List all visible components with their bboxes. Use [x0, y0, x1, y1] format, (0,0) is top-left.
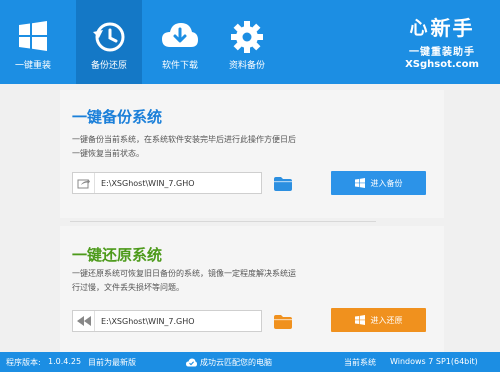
update-status: 目前为最新版: [88, 358, 136, 367]
history-clock-icon: [93, 22, 125, 52]
backup-section: 一键备份系统 一键备份当前系统，在系统软件安装完毕后进行此操作方便日后一键恢复当…: [60, 90, 444, 218]
brand-url: XSghsot.com: [405, 59, 479, 70]
nav-backup-restore[interactable]: 备份还原: [76, 0, 142, 84]
nav-software-download-label: 软件下载: [161, 61, 198, 71]
nav-reinstall-label: 一键重装: [14, 61, 51, 71]
share-arrow-icon: [73, 173, 95, 193]
cloud-sync-status: 成功云匹配您的电脑: [186, 357, 272, 368]
status-bar: 程序版本: 1.0.4.25 目前为最新版 成功云匹配您的电脑 当前系统 Win…: [0, 352, 500, 372]
rewind-icon: [73, 311, 95, 331]
os-label: 当前系统: [344, 358, 376, 367]
windows-icon: [19, 21, 47, 51]
nav-data-backup-label: 资料备份: [228, 61, 265, 71]
enter-backup-label: 进入备份: [370, 178, 403, 188]
folder-icon[interactable]: [274, 315, 292, 329]
header-toolbar: 一键重装 备份还原 软件下载 资料备份 心 新手 一键重装助手 XSghsot.…: [0, 0, 500, 84]
section-divider: [70, 221, 376, 222]
nav-software-download[interactable]: 软件下载: [147, 0, 213, 84]
restore-title: 一键还原系统: [72, 246, 163, 264]
brand-logo: 心 新手 一键重装助手 XSghsot.com: [392, 12, 492, 72]
windows-small-icon: [354, 315, 365, 325]
windows-small-icon: [354, 178, 365, 188]
os-value: Windows 7 SP1(64bit): [390, 357, 478, 366]
brand-slogan: 一键重装助手: [409, 47, 475, 58]
backup-description: 一键备份当前系统，在系统软件安装完毕后进行此操作方便日后一键恢复当前状态。: [72, 135, 296, 158]
enter-restore-button[interactable]: 进入还原: [331, 308, 426, 332]
restore-description: 一键还原系统可恢复旧日备份的系统，镜像一定程度解决系统运行过慢，文件丢失损坏等问…: [72, 269, 296, 292]
brand-mark: 心: [409, 17, 428, 39]
backup-path-text: E:\XSGhost\WIN_7.GHO: [101, 178, 195, 188]
restore-path-field[interactable]: E:\XSGhost\WIN_7.GHO: [72, 310, 262, 332]
cloud-check-icon: [186, 358, 197, 367]
backup-path-field[interactable]: E:\XSGhost\WIN_7.GHO: [72, 172, 262, 194]
version-label: 程序版本:: [6, 358, 41, 367]
gear-icon: [231, 21, 263, 53]
enter-backup-button[interactable]: 进入备份: [331, 171, 426, 195]
nav-backup-restore-label: 备份还原: [90, 61, 127, 71]
version-number: 1.0.4.25: [48, 357, 82, 366]
cloud-sync-text: 成功云匹配您的电脑: [200, 358, 272, 367]
enter-restore-label: 进入还原: [370, 315, 403, 325]
brand-name: 新手: [430, 16, 475, 40]
nav-data-backup[interactable]: 资料备份: [214, 0, 280, 84]
main-panel: 一键备份系统 一键备份当前系统，在系统软件安装完毕后进行此操作方便日后一键恢复当…: [0, 84, 500, 354]
nav-reinstall[interactable]: 一键重装: [0, 0, 66, 84]
restore-section: 一键还原系统 一键还原系统可恢复旧日备份的系统，镜像一定程度解决系统运行过慢，文…: [60, 226, 444, 354]
restore-path-text: E:\XSGhost\WIN_7.GHO: [101, 316, 195, 326]
cloud-download-icon: [162, 23, 198, 47]
folder-icon[interactable]: [274, 177, 292, 191]
backup-title: 一键备份系统: [72, 108, 163, 126]
